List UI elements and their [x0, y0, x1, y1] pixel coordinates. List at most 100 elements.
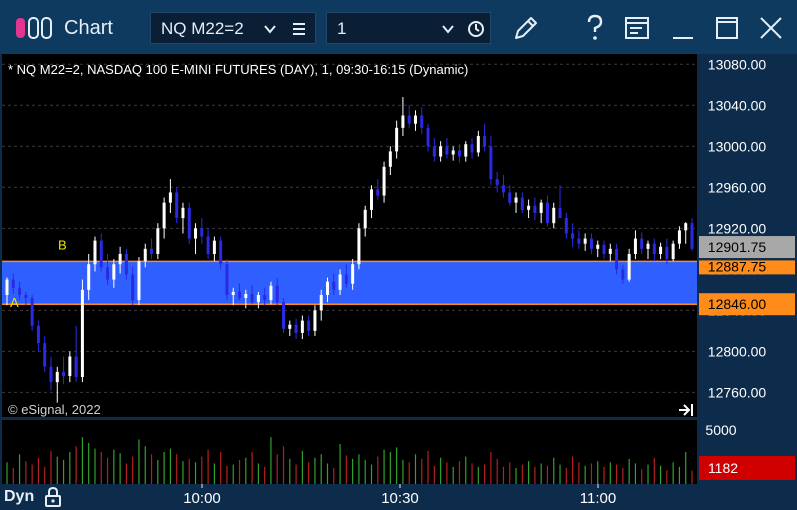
candle-body — [564, 218, 568, 234]
candle-body — [407, 115, 411, 124]
candle-body — [357, 228, 361, 265]
price-chart-pane[interactable]: BA * NQ M22=2, NASDAQ 100 E-MINI FUTURES… — [2, 54, 697, 417]
candle-body — [401, 115, 405, 128]
candle — [508, 185, 512, 206]
candle-body — [495, 179, 499, 186]
candle-body — [426, 127, 430, 147]
candle — [545, 195, 549, 227]
candle-body — [74, 356, 78, 378]
volume-axis[interactable]: 5000 1182 — [697, 420, 797, 484]
candle-body — [62, 371, 66, 376]
candle-body — [376, 189, 380, 196]
candle-body — [451, 150, 455, 155]
price-axis[interactable]: 13080.00 13040.00 13000.00 12960.00 12920.00… — [697, 54, 797, 417]
candle — [564, 212, 568, 239]
candle — [200, 218, 204, 244]
candle-body — [225, 264, 229, 295]
time-axis-svg[interactable]: 10:00 10:30 11:00 — [0, 484, 797, 510]
candle-body — [608, 248, 612, 254]
list-menu-icon[interactable] — [291, 21, 307, 37]
candle-body — [413, 115, 417, 124]
price-tick-label: 12920.00 — [708, 220, 767, 236]
candle — [483, 123, 487, 152]
candle-body — [332, 281, 336, 290]
candle-body — [313, 310, 317, 331]
candle-body — [577, 238, 581, 244]
candle — [445, 138, 449, 159]
interval-combo[interactable]: 1 — [326, 12, 491, 44]
candle — [80, 279, 84, 383]
candle — [187, 202, 191, 244]
candle-body — [231, 291, 235, 295]
candle-body — [677, 230, 681, 244]
candle — [671, 240, 675, 262]
price-chart-svg[interactable]: BA — [2, 54, 697, 417]
candle-body — [93, 240, 97, 265]
candle-body — [571, 233, 575, 239]
candle — [539, 199, 543, 224]
candle-body — [219, 240, 223, 265]
candle — [602, 240, 606, 260]
candle — [659, 242, 663, 260]
price-tick-label: 12960.00 — [708, 179, 767, 195]
candle-body — [206, 236, 210, 254]
volume-pane[interactable] — [2, 420, 697, 484]
interval-value: 1 — [337, 19, 347, 38]
candle-body — [552, 207, 556, 224]
window-title: Chart — [64, 17, 113, 39]
candle-body — [319, 294, 323, 311]
time-axis[interactable]: Dyn 10:00 10:30 11:00 — [0, 484, 797, 510]
volume-chart-svg[interactable] — [2, 420, 697, 484]
candle-body — [420, 115, 424, 128]
zone-top-label: 12887.75 — [708, 258, 767, 274]
candle — [646, 240, 650, 260]
candle-body — [344, 274, 348, 284]
candle-body — [282, 302, 286, 329]
candle — [357, 223, 361, 270]
candle-body — [118, 253, 122, 265]
close-icon[interactable] — [756, 12, 786, 44]
candle-body — [99, 240, 103, 268]
scroll-to-end-icon[interactable] — [678, 403, 694, 417]
volume-axis-svg[interactable]: 5000 1182 — [697, 420, 797, 484]
price-axis-svg[interactable]: 13080.00 13040.00 13000.00 12960.00 12920.00… — [697, 54, 797, 417]
window-settings-icon[interactable] — [622, 12, 652, 44]
candle — [558, 185, 562, 219]
candle-body — [168, 192, 172, 203]
candle — [684, 222, 688, 244]
candle — [640, 232, 644, 254]
candle-body — [539, 202, 543, 213]
clock-icon[interactable] — [467, 20, 485, 38]
candle — [300, 315, 304, 340]
chevron-down-icon[interactable] — [441, 22, 455, 36]
candle-body — [621, 269, 625, 280]
candle — [162, 197, 166, 239]
candle — [589, 233, 593, 254]
candle-body — [558, 207, 562, 219]
candle-body — [143, 248, 147, 262]
candle — [489, 136, 493, 186]
zone-bottom-label: 12846.00 — [708, 296, 767, 312]
minimize-icon[interactable] — [668, 12, 698, 44]
zone-marker-b: B — [58, 237, 67, 252]
candle-body — [501, 185, 505, 193]
candle — [514, 192, 518, 213]
draw-pencil-icon[interactable] — [510, 12, 540, 44]
candle — [583, 233, 587, 251]
candle-body — [244, 293, 248, 299]
candle-body — [250, 293, 254, 303]
help-icon[interactable] — [580, 12, 610, 44]
candle-body — [633, 238, 637, 254]
candle — [388, 146, 392, 175]
candle — [401, 97, 405, 137]
candle — [690, 218, 694, 251]
candle-body — [156, 228, 160, 254]
chevron-down-icon[interactable] — [263, 22, 277, 36]
candle-body — [5, 279, 9, 295]
copyright-text: © eSignal, 2022 — [8, 402, 101, 417]
candle — [206, 228, 210, 260]
maximize-icon[interactable] — [712, 12, 742, 44]
candle-body — [659, 246, 663, 254]
candle-body — [181, 207, 185, 219]
symbol-combo[interactable]: NQ M22=2 — [150, 12, 316, 44]
